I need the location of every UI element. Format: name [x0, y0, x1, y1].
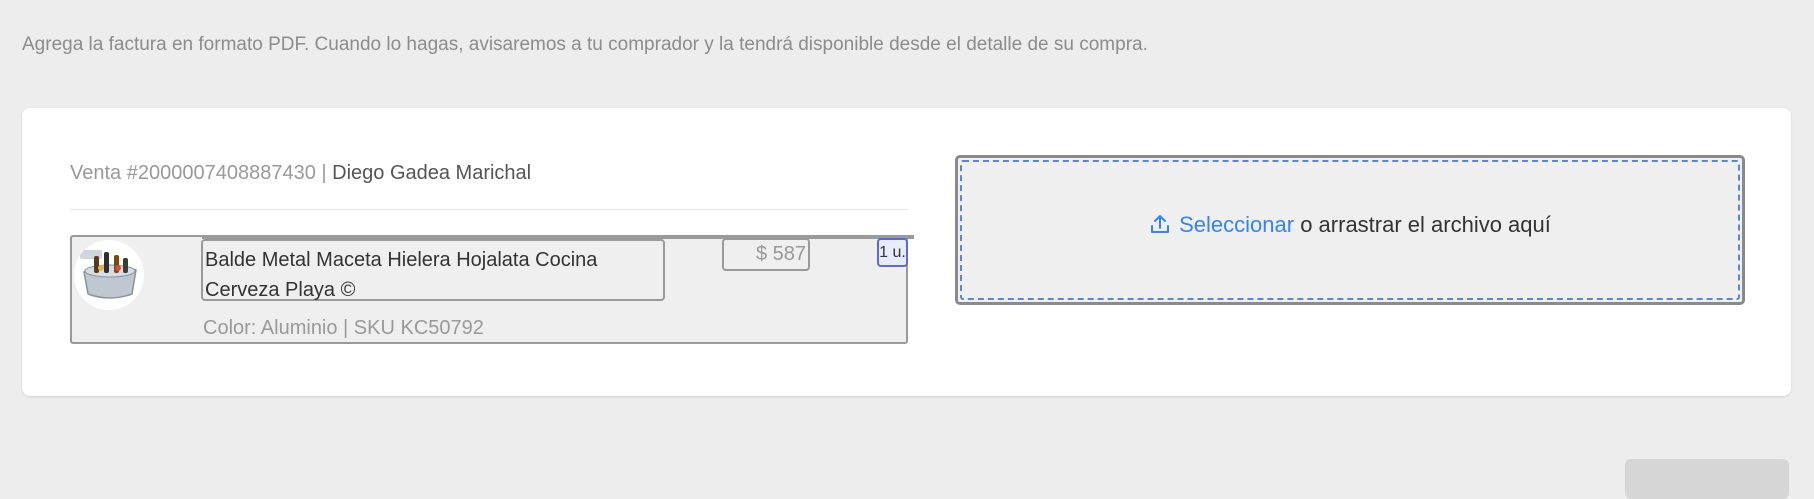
- instructions-text: Agrega la factura en formato PDF. Cuando…: [22, 34, 1148, 55]
- divider: [70, 209, 908, 210]
- product-variant: Color: Aluminio | SKU KC50792: [203, 317, 484, 339]
- bottom-action-button[interactable]: [1625, 459, 1789, 499]
- product-price: $ 587: [722, 238, 810, 271]
- quantity-badge[interactable]: 1 u.: [877, 238, 908, 267]
- invoice-card: Venta #2000007408887430 | Diego Gadea Ma…: [22, 108, 1791, 396]
- sale-number: Venta #2000007408887430 |: [70, 162, 327, 184]
- dropzone-hint: o arrastrar el archivo aquí: [1300, 212, 1551, 237]
- dropzone-label: Seleccionar o arrastrar el archivo aquí: [958, 212, 1742, 241]
- select-file-link[interactable]: Seleccionar: [1179, 212, 1294, 237]
- product-title[interactable]: Balde Metal Maceta Hielera Hojalata Coci…: [201, 239, 665, 301]
- sale-header: Venta #2000007408887430 | Diego Gadea Ma…: [70, 162, 531, 185]
- upload-icon: [1149, 213, 1171, 241]
- file-dropzone[interactable]: Seleccionar o arrastrar el archivo aquí: [955, 155, 1745, 305]
- order-item: Balde Metal Maceta Hielera Hojalata Coci…: [70, 235, 914, 344]
- buyer-name: Diego Gadea Marichal: [332, 162, 532, 184]
- product-photo-icon: [74, 240, 144, 310]
